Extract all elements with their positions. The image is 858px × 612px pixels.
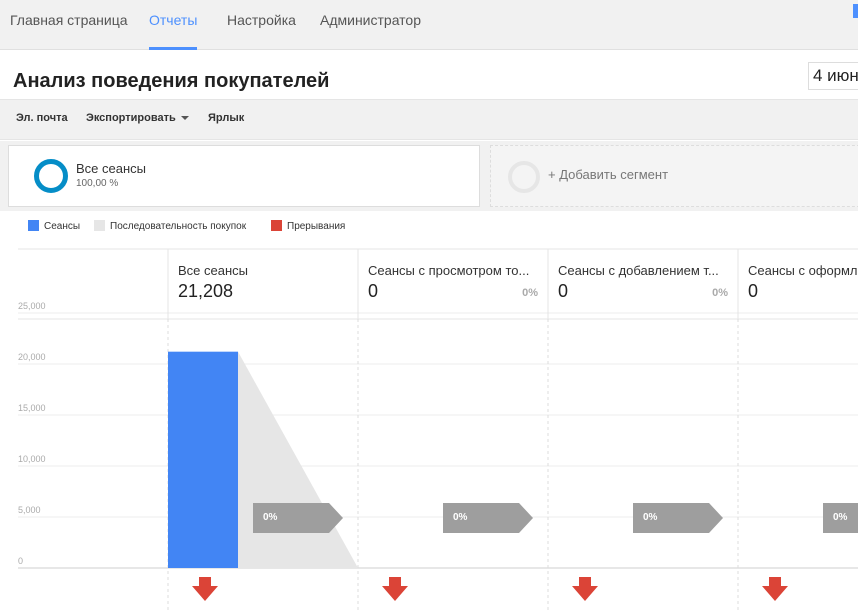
chart-legend: Сеансы Последовательность покупок Прерыв… [0,211,858,241]
funnel-step-header[interactable]: Сеансы с оформл 0 [738,249,858,319]
funnel-step-percent: 0% [712,287,728,299]
transition-percent: 0% [263,512,278,523]
corner-indicator [853,4,858,18]
y-tick-label: 10,000 [18,454,46,464]
email-button[interactable]: Эл. почта [16,112,68,124]
abandon-arrow [192,577,218,601]
top-nav: Главная страница Отчеты Настройка Админи… [0,0,858,50]
tab-settings[interactable]: Настройка [227,0,296,50]
add-segment-button[interactable]: + Добавить сегмент [490,145,858,207]
funnel-step-value: 21,208 [178,281,234,301]
legend-label: Последовательность покупок [110,221,247,232]
funnel-step-value: 0 [558,281,569,301]
tab-home[interactable]: Главная страница [10,0,128,50]
chevron-down-icon [180,116,189,121]
legend-swatch-abandons [271,220,282,231]
funnel-step-name: Все сеансы [178,263,248,278]
legend-label: Сеансы [44,221,81,232]
legend-sessions: Сеансы [28,220,80,232]
sessions-bar [168,351,238,568]
transition-percent: 0% [833,512,848,523]
funnel-step-percent: 0% [522,287,538,299]
funnel-wedge [238,351,358,568]
abandon-arrow [572,577,598,601]
segment-area: Все сеансы 100,00 % + Добавить сегмент [0,141,858,211]
segment-percent: 100,00 % [76,178,119,189]
segment-ring-icon [34,159,68,193]
funnel-step-value: 0 [368,281,379,301]
funnel-step-header[interactable]: Все сеансы 21,208 [168,249,358,319]
shortcut-button[interactable]: Ярлык [208,112,244,124]
add-segment-label: + Добавить сегмент [548,167,669,182]
tab-reports[interactable]: Отчеты [149,0,198,50]
abandon-arrow [762,577,788,601]
transition-percent: 0% [643,512,658,523]
y-tick-label: 0 [18,556,24,566]
funnel-step-name: Сеансы с оформл [748,263,858,278]
y-tick-label: 20,000 [18,352,46,362]
legend-label: Прерывания [287,221,346,232]
legend-swatch-sessions [28,220,39,231]
y-tick-label: 25,000 [18,301,46,311]
y-tick-label: 15,000 [18,403,46,413]
funnel-chart: Все сеансы 21,208 Сеансы с просмотром то..… [0,241,858,612]
empty-segment-ring-icon [508,161,540,193]
funnel-step-header[interactable]: Сеансы с добавлением т... 0 0% [548,249,738,319]
funnel-step-name: Сеансы с просмотром то... [368,263,530,278]
export-button[interactable]: Экспортировать [86,112,189,124]
legend-swatch-sequence [94,220,105,231]
funnel-step-name: Сеансы с добавлением т... [558,263,719,278]
title-bar: Анализ поведения покупателей 4 июн [0,50,858,100]
segment-name: Все сеансы [76,161,146,176]
report-toolbar: Эл. почта Экспортировать Ярлык [0,100,858,140]
funnel-step-header[interactable]: Сеансы с просмотром то... 0 0% [358,249,548,319]
funnel-step-value: 0 [748,281,759,301]
page-title: Анализ поведения покупателей [13,70,330,92]
segment-all-sessions[interactable]: Все сеансы 100,00 % [8,145,480,207]
tab-admin[interactable]: Администратор [320,0,421,50]
export-label: Экспортировать [86,112,176,124]
abandon-arrow [382,577,408,601]
legend-abandons: Прерывания [271,220,345,232]
date-range-picker[interactable]: 4 июн [808,62,858,90]
transition-percent: 0% [453,512,468,523]
y-tick-label: 5,000 [18,505,41,515]
legend-sequence: Последовательность покупок [94,220,246,232]
